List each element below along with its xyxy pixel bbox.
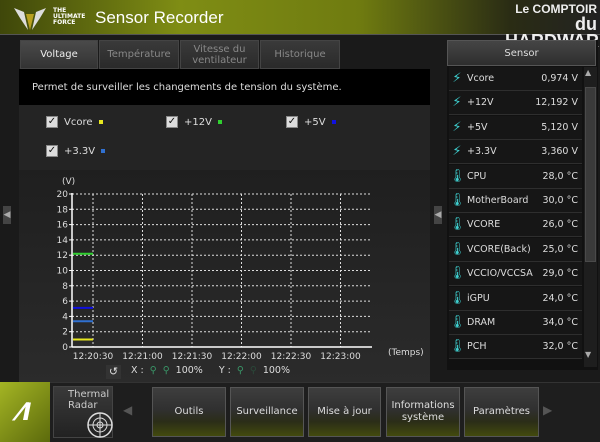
sensor-name: iGPU — [467, 292, 490, 304]
thermometer-icon: 🌡︎ — [449, 168, 466, 184]
thermometer-icon: 🌡︎ — [449, 241, 466, 257]
y-zoom-out-icon: ⚲ — [249, 365, 257, 376]
nav-left-arrow[interactable]: ◀ — [123, 403, 132, 417]
sensor-value: 12,192 V — [535, 97, 578, 109]
x-zoom-out-icon[interactable]: ⚲ — [163, 365, 170, 376]
sensor-value: 24,0 °C — [542, 292, 578, 304]
sensor-header: Sensor — [447, 40, 596, 66]
x-tick-label: 12:21:30 — [172, 352, 213, 362]
reset-zoom-button[interactable]: ↺ — [106, 365, 121, 379]
y-tick-label: 16 — [57, 221, 69, 231]
y-tick-label: 4 — [62, 312, 68, 322]
ai-suite-home-button[interactable]: ⁄I — [0, 382, 50, 442]
x-tick-label: 12:22:30 — [271, 352, 312, 362]
sensor-name: VCORE(Back) — [467, 243, 531, 255]
y-tick-label: 8 — [62, 282, 68, 292]
sensor-row: ⚡ Vcore 0,974 V — [449, 67, 582, 91]
sensor-row: 🌡︎ VCORE 26,0 °C — [449, 213, 582, 238]
sensor-value: 28,0 °C — [542, 170, 578, 182]
voltage-chart: (V) (Temps) 0 2 4 6 8 10 12 14 16 18 20 12:20:30 12:… — [57, 177, 424, 362]
sensor-value: 0,974 V — [541, 73, 578, 84]
sensor-value: 3,360 V — [541, 146, 578, 158]
y-tick-label: 12 — [57, 251, 68, 261]
sensor-name: Vcore — [467, 73, 495, 84]
sensor-name: +3.3V — [467, 146, 497, 158]
nav-right-arrow[interactable]: ▶ — [543, 403, 552, 417]
sensor-name: DRAM — [467, 317, 496, 328]
y-axis-label: (V) — [62, 177, 75, 187]
sensor-name: +12V — [467, 97, 494, 109]
sensor-row: ⚡ +12V 12,192 V — [449, 91, 582, 116]
x-tick-label: 12:23:00 — [320, 352, 361, 362]
settings-button[interactable]: Paramètres — [464, 387, 539, 437]
sensor-name: CPU — [467, 170, 487, 182]
sensor-value: 5,120 V — [541, 121, 578, 133]
sensor-row: 🌡︎ MotherBoard 30,0 °C — [449, 189, 582, 213]
sensor-value: 32,0 °C — [542, 341, 578, 353]
sensor-row: 🌡︎ DRAM 34,0 °C — [449, 311, 582, 335]
sensor-name: PCH — [467, 341, 487, 353]
sensor-row: 🌡︎ CPU 28,0 °C — [449, 164, 582, 189]
scroll-down-icon[interactable]: ▼ — [585, 350, 591, 359]
tools-button[interactable]: Outils — [152, 387, 226, 437]
lightning-icon: ⚡ — [452, 144, 462, 160]
lightning-icon: ⚡ — [452, 95, 462, 111]
lightning-icon: ⚡ — [452, 119, 462, 135]
sensor-row: 🌡︎ VCCIO/VCCSA 29,0 °C — [449, 262, 582, 287]
sensor-value: 26,0 °C — [542, 219, 578, 231]
update-button[interactable]: Mise à jour — [308, 387, 381, 437]
radar-icon — [87, 412, 113, 438]
thermometer-icon: 🌡︎ — [449, 315, 466, 330]
y-tick-label: 14 — [57, 236, 69, 246]
scroll-up-icon[interactable]: ▲ — [585, 68, 591, 77]
thermometer-icon: 🌡︎ — [449, 193, 466, 208]
x-tick-label: 12:22:00 — [221, 352, 262, 362]
sensor-name: MotherBoard — [467, 195, 529, 206]
x-zoom-value: 100% — [175, 365, 203, 376]
scrollbar-thumb[interactable] — [585, 87, 596, 262]
y-tick-label: 2 — [62, 328, 68, 338]
sensor-value: 29,0 °C — [542, 268, 578, 280]
sensor-name: VCORE — [467, 219, 501, 231]
system-info-button[interactable]: Informations système — [386, 387, 460, 437]
sensor-row: 🌡︎ iGPU 24,0 °C — [449, 286, 582, 311]
thermometer-icon: 🌡︎ — [449, 290, 466, 306]
monitor-button[interactable]: Surveillance — [230, 387, 304, 437]
sensor-row: 🌡︎ PCH 32,0 °C — [449, 335, 582, 360]
sensor-row: ⚡ +5V 5,120 V — [449, 115, 582, 140]
x-tick-label: 12:20:30 — [73, 352, 114, 362]
x-zoom-in-icon[interactable]: ⚲ — [150, 365, 157, 376]
thermal-radar-label: Thermal Radar — [68, 389, 110, 411]
y-zoom-in-icon[interactable]: ⚲ — [237, 365, 244, 376]
x-tick-label: 12:21:00 — [122, 352, 163, 362]
y-tick-label: 6 — [62, 297, 68, 307]
thermometer-icon: 🌡︎ — [449, 217, 466, 233]
y-tick-label: 20 — [57, 190, 69, 200]
y-tick-label: 10 — [57, 267, 69, 277]
x-axis-label: (Temps) — [388, 348, 424, 358]
thermometer-icon: 🌡︎ — [449, 339, 466, 355]
sensor-value: 25,0 °C — [542, 243, 578, 255]
lightning-icon: ⚡ — [452, 71, 462, 86]
sensor-value: 30,0 °C — [542, 195, 578, 206]
y-tick-label: 18 — [57, 205, 69, 215]
sensor-name: +5V — [467, 121, 488, 133]
thermal-radar-button[interactable]: Thermal Radar — [53, 386, 113, 438]
thermometer-icon: 🌡︎ — [449, 266, 466, 282]
y-zoom-label: Y : — [218, 365, 231, 376]
x-zoom-label: X : — [131, 365, 144, 376]
y-tick-label: 0 — [62, 343, 68, 353]
sensor-row: 🌡︎ VCORE(Back) 25,0 °C — [449, 237, 582, 262]
sensor-name: VCCIO/VCCSA — [467, 268, 533, 280]
sensor-value: 34,0 °C — [542, 317, 578, 328]
y-zoom-value: 100% — [262, 365, 290, 376]
sensor-row: ⚡ +3.3V 3,360 V — [449, 140, 582, 165]
